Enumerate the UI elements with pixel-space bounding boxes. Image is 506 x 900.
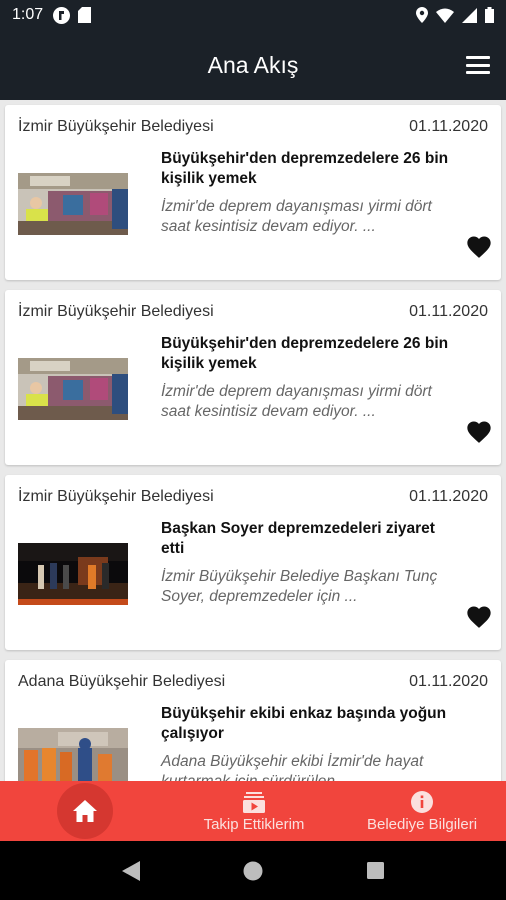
heart-icon[interactable] [465, 603, 493, 631]
card-thumbnail[interactable] [18, 543, 128, 605]
signal-icon [462, 7, 477, 23]
news-feed[interactable]: İzmir Büyükşehir Belediyesi 01.11.2020 B… [0, 100, 506, 781]
subscriptions-icon [243, 791, 265, 813]
recents-button[interactable] [355, 851, 395, 891]
news-card[interactable]: İzmir Büyükşehir Belediyesi 01.11.2020 B… [5, 290, 501, 465]
info-icon [411, 790, 433, 813]
nav-home[interactable] [0, 781, 170, 841]
back-button[interactable] [111, 851, 151, 891]
status-time: 1:07 [12, 6, 44, 23]
card-date: 01.11.2020 [409, 303, 488, 320]
card-title[interactable]: Başkan Soyer depremzedeleri ziyaret etti [161, 519, 451, 559]
home-button[interactable] [57, 783, 113, 839]
card-source: İzmir Büyükşehir Belediyesi [18, 303, 214, 320]
page-title: Ana Akış [207, 51, 299, 78]
home-circle-icon [243, 861, 263, 880]
home-system-button[interactable] [233, 851, 273, 891]
card-title[interactable]: Büyükşehir'den depremzedelere 26 bin kiş… [161, 334, 451, 374]
card-source: İzmir Büyükşehir Belediyesi [18, 488, 214, 505]
card-excerpt: İzmir'de deprem dayanışması yirmi dört s… [161, 198, 432, 235]
notification-app-icon [53, 6, 71, 24]
nav-follows[interactable]: Takip Ettiklerim [170, 781, 338, 841]
menu-icon[interactable] [466, 53, 490, 77]
card-source: Adana Büyükşehir Belediyesi [18, 673, 226, 690]
card-excerpt: İzmir'de deprem dayanışması yirmi dört s… [161, 383, 432, 420]
card-date: 01.11.2020 [409, 118, 488, 135]
nav-municipality-info[interactable]: Belediye Bilgileri [338, 781, 506, 841]
nav-municipality-info-label: Belediye Bilgileri [366, 815, 478, 833]
card-thumbnail[interactable] [18, 358, 128, 420]
bottom-navigation: Takip Ettiklerim Belediye Bilgileri [0, 781, 506, 841]
home-icon [73, 800, 97, 822]
news-card[interactable]: Adana Büyükşehir Belediyesi 01.11.2020 B… [5, 660, 501, 781]
card-date: 01.11.2020 [409, 488, 488, 505]
card-excerpt: İzmir Büyükşehir Belediye Başkanı Tunç S… [161, 568, 438, 605]
location-icon [416, 7, 428, 23]
heart-icon[interactable] [465, 418, 493, 446]
card-source: İzmir Büyükşehir Belediyesi [18, 118, 214, 135]
card-title[interactable]: Büyükşehir ekibi enkaz başında yoğun çal… [161, 704, 451, 744]
card-excerpt: Adana Büyükşehir ekibi İzmir'de hayat ku… [161, 753, 424, 781]
recents-square-icon [366, 862, 384, 879]
news-card[interactable]: İzmir Büyükşehir Belediyesi 01.11.2020 B… [5, 105, 501, 280]
card-title[interactable]: Büyükşehir'den depremzedelere 26 bin kiş… [161, 149, 451, 189]
card-thumbnail[interactable] [18, 173, 128, 235]
system-navigation-bar [0, 841, 506, 900]
status-bar: 1:07 [0, 0, 506, 30]
battery-icon [485, 7, 494, 23]
news-card[interactable]: İzmir Büyükşehir Belediyesi 01.11.2020 B… [5, 475, 501, 650]
card-thumbnail[interactable] [18, 728, 128, 781]
back-triangle-icon [122, 860, 140, 881]
heart-icon[interactable] [465, 233, 493, 261]
card-date: 01.11.2020 [409, 673, 488, 690]
nav-follows-label: Takip Ettiklerim [203, 815, 305, 833]
app-bar: Ana Akış [0, 30, 506, 100]
sd-card-icon [78, 7, 92, 23]
wifi-icon [436, 8, 454, 23]
